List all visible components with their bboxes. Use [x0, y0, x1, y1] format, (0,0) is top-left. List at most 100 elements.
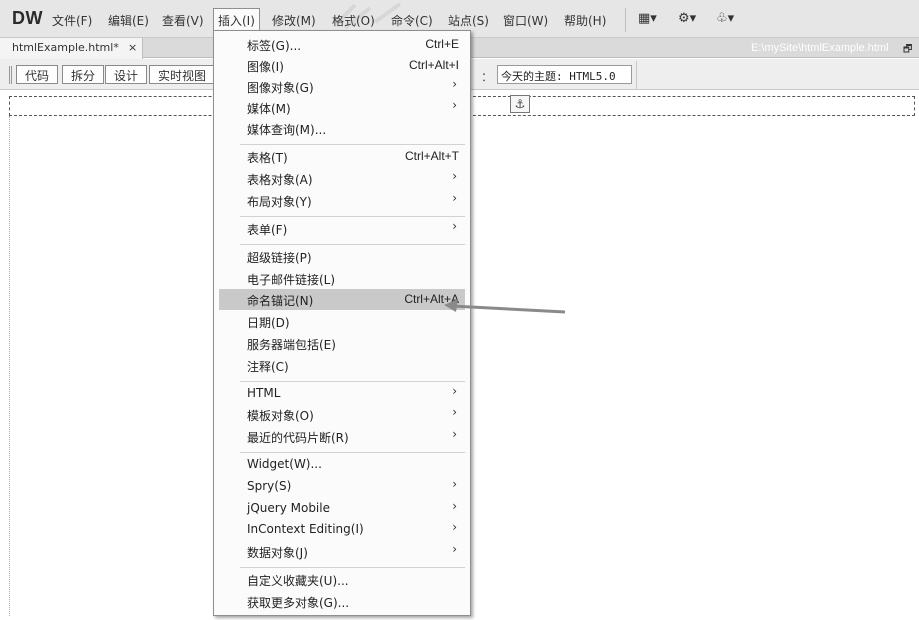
menu-view[interactable]: 查看(V)	[162, 12, 204, 29]
restore-window-icon[interactable]: 🗗	[903, 42, 912, 59]
gear-icon[interactable]: ⚙▾	[678, 11, 696, 26]
menu-separator	[240, 567, 465, 568]
menu-separator	[625, 8, 626, 32]
watermark	[333, 2, 402, 30]
menu-item-label: 表格(T)	[247, 151, 288, 165]
insert-menu-item[interactable]: 服务器端包括(E)	[219, 333, 465, 354]
insert-menu-item[interactable]: 表单(F) ›	[219, 218, 465, 239]
menu-item-label: 图像对象(G)	[247, 81, 314, 95]
insert-menu-item[interactable]: 最近的代码片断(R) ›	[219, 426, 465, 447]
insert-menu-item[interactable]: 标签(G)... Ctrl+E	[219, 34, 465, 55]
menu-item-shortcut: Ctrl+E	[425, 37, 459, 51]
menu-item-label: 图像(I)	[247, 60, 284, 74]
menu-edit[interactable]: 编辑(E)	[108, 12, 149, 29]
toolbar-separator	[636, 61, 637, 89]
toolbar-grip[interactable]	[9, 66, 12, 84]
insert-menu-item[interactable]: HTML ›	[219, 383, 465, 404]
menu-item-label: jQuery Mobile	[247, 501, 330, 515]
menu-item-label: 标签(G)...	[247, 39, 302, 53]
document-tab[interactable]: htmlExample.html*	[0, 38, 143, 59]
split-view-button[interactable]: 拆分	[62, 65, 105, 84]
menu-insert[interactable]: 插入(I)	[213, 8, 260, 30]
menu-site[interactable]: 站点(S)	[448, 12, 489, 29]
menu-separator	[240, 144, 465, 145]
submenu-arrow-icon: ›	[452, 169, 457, 183]
submenu-arrow-icon: ›	[452, 520, 457, 534]
menu-item-label: 数据对象(J)	[247, 546, 308, 560]
menu-item-label: 布局对象(Y)	[247, 195, 312, 209]
insert-menu-item[interactable]: 媒体(M) ›	[219, 97, 465, 118]
code-view-button[interactable]: 代码	[16, 65, 59, 84]
insert-menu-item[interactable]: 表格对象(A) ›	[219, 168, 465, 189]
insert-menu-item[interactable]: 模板对象(O) ›	[219, 404, 465, 425]
insert-menu-item[interactable]: Widget(W)...	[219, 454, 465, 475]
submenu-arrow-icon: ›	[452, 191, 457, 205]
menu-modify[interactable]: 修改(M)	[272, 12, 316, 29]
menu-item-label: 注释(C)	[247, 360, 289, 374]
menu-item-label: 媒体(M)	[247, 102, 291, 116]
file-path: E:\mySite\htmlExample.html	[751, 42, 889, 54]
menu-item-shortcut: Ctrl+Alt+T	[404, 149, 459, 163]
menu-file[interactable]: 文件(F)	[52, 12, 92, 29]
menu-item-label: 自定义收藏夹(U)...	[247, 574, 349, 588]
menu-item-label: 日期(D)	[247, 316, 290, 330]
menu-item-label: InContext Editing(I)	[247, 522, 364, 536]
submenu-arrow-icon: ›	[452, 98, 457, 112]
close-icon[interactable]: ×	[128, 41, 137, 54]
anchor-marker-icon[interactable]: ⚓	[510, 95, 530, 113]
design-view-button[interactable]: 设计	[105, 65, 148, 84]
canvas-edge	[9, 116, 10, 616]
title-label: ：	[481, 70, 494, 84]
menu-help[interactable]: 帮助(H)	[564, 12, 606, 29]
menu-item-label: 服务器端包括(E)	[247, 338, 336, 352]
insert-menu-item[interactable]: 超级链接(P)	[219, 246, 465, 267]
menu-item-label: 获取更多对象(G)...	[247, 596, 350, 610]
insert-menu-item[interactable]: 命名锚记(N) Ctrl+Alt+A	[219, 289, 465, 310]
menu-item-label: 最近的代码片断(R)	[247, 431, 349, 445]
insert-menu-item[interactable]: InContext Editing(I) ›	[219, 519, 465, 540]
submenu-arrow-icon: ›	[452, 499, 457, 513]
insert-menu-item[interactable]: 日期(D)	[219, 311, 465, 332]
layout-icon[interactable]: ▦▾	[638, 11, 657, 26]
menu-item-shortcut: Ctrl+Alt+A	[404, 292, 459, 306]
menu-item-shortcut: Ctrl+Alt+I	[408, 58, 459, 72]
insert-menu-item[interactable]: 数据对象(J) ›	[219, 541, 465, 562]
menu-item-label: Widget(W)...	[247, 457, 322, 471]
submenu-arrow-icon: ›	[452, 405, 457, 419]
insert-menu-item[interactable]: 注释(C)	[219, 355, 465, 376]
title-input[interactable]: 今天的主题: HTML5.0	[497, 65, 632, 84]
submenu-arrow-icon: ›	[452, 542, 457, 556]
site-icon[interactable]: ♧▾	[716, 11, 734, 26]
menu-item-label: 超级链接(P)	[247, 251, 312, 265]
menu-item-label: HTML	[247, 386, 281, 400]
menu-item-label: 命名锚记(N)	[247, 294, 314, 308]
menu-item-label: 模板对象(O)	[247, 409, 314, 423]
insert-menu-item[interactable]: 图像对象(G) ›	[219, 76, 465, 97]
live-view-button[interactable]: 实时视图	[149, 65, 216, 84]
menu-separator	[240, 381, 465, 382]
menu-window[interactable]: 窗口(W)	[503, 12, 548, 29]
submenu-arrow-icon: ›	[452, 77, 457, 91]
insert-menu-item[interactable]: 表格(T) Ctrl+Alt+T	[219, 146, 465, 167]
insert-menu-item[interactable]: 获取更多对象(G)...	[219, 591, 465, 612]
submenu-arrow-icon: ›	[452, 219, 457, 233]
submenu-arrow-icon: ›	[452, 427, 457, 441]
menu-item-label: 媒体查询(M)...	[247, 123, 327, 137]
insert-menu-item[interactable]: 图像(I) Ctrl+Alt+I	[219, 55, 465, 76]
submenu-arrow-icon: ›	[452, 384, 457, 398]
menu-item-label: 电子邮件链接(L)	[247, 273, 336, 287]
insert-menu-item[interactable]: 布局对象(Y) ›	[219, 190, 465, 211]
menu-separator	[240, 244, 465, 245]
insert-menu-item[interactable]: 自定义收藏夹(U)...	[219, 569, 465, 590]
insert-menu-item[interactable]: Spry(S) ›	[219, 476, 465, 497]
insert-menu-item[interactable]: 电子邮件链接(L)	[219, 268, 465, 289]
insert-menu-item[interactable]: jQuery Mobile ›	[219, 498, 465, 519]
menu-separator	[240, 452, 465, 453]
menu-item-label: 表单(F)	[247, 223, 288, 237]
menu-item-label: Spry(S)	[247, 479, 292, 493]
app-logo: DW	[12, 8, 43, 28]
menu-separator	[240, 216, 465, 217]
submenu-arrow-icon: ›	[452, 477, 457, 491]
insert-menu-item[interactable]: 媒体查询(M)...	[219, 118, 465, 139]
menu-item-label: 表格对象(A)	[247, 173, 313, 187]
